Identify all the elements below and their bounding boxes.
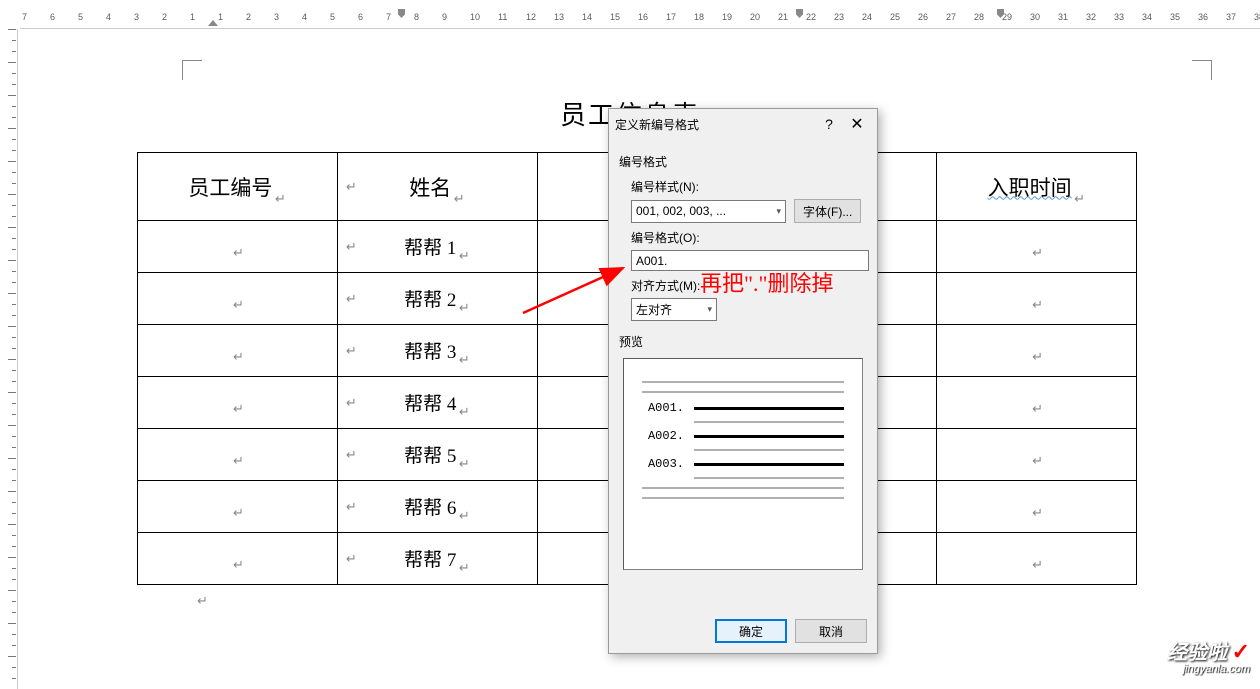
table-cell[interactable]: 帮帮 1 <box>337 221 537 273</box>
table-cell[interactable] <box>937 273 1137 325</box>
dialog-titlebar[interactable]: 定义新编号格式 ? ✕ <box>609 109 877 139</box>
paragraph-mark-icon <box>274 184 286 196</box>
close-button[interactable]: ✕ <box>843 114 871 134</box>
table-cell[interactable]: 帮帮 3 <box>337 325 537 377</box>
define-number-format-dialog: 定义新编号格式 ? ✕ 编号格式 编号样式(N): 001, 002, 003,… <box>608 108 878 654</box>
header-cell[interactable]: 入职时间 <box>937 153 1137 221</box>
number-style-select[interactable]: 001, 002, 003, ... ▾ <box>631 200 786 223</box>
paragraph-mark-icon <box>1032 553 1044 565</box>
table-cell[interactable]: ↵ <box>138 221 338 273</box>
paragraph-mark-icon <box>1032 241 1044 253</box>
paragraph-mark-icon <box>232 397 244 409</box>
margin-corner-tl <box>182 60 202 80</box>
margin-corner-tr <box>1192 60 1212 80</box>
menu-bar <box>0 0 1260 9</box>
preview-item: A001. <box>642 401 844 415</box>
table-cell[interactable]: ↵ <box>138 377 338 429</box>
table-cell[interactable]: 帮帮 6 <box>337 481 537 533</box>
table-cell[interactable]: 帮帮 5 <box>337 429 537 481</box>
table-cell[interactable]: ↵ <box>138 533 338 585</box>
table-cell[interactable] <box>937 429 1137 481</box>
check-icon: ✓ <box>1232 639 1250 664</box>
paragraph-mark-icon <box>1032 397 1044 409</box>
table-cell[interactable]: ↵ <box>138 273 338 325</box>
paragraph-mark-icon <box>232 553 244 565</box>
table-cell[interactable]: 帮帮 2 <box>337 273 537 325</box>
dialog-title: 定义新编号格式 <box>615 116 815 133</box>
help-button[interactable]: ? <box>815 116 843 132</box>
annotation-text: 再把"."删除掉 <box>700 266 833 298</box>
paragraph-mark-icon <box>458 296 470 308</box>
paragraph-mark-icon <box>458 556 470 568</box>
table-cell[interactable] <box>937 221 1137 273</box>
horizontal-ruler[interactable]: 7654321123456789101112131415161718192021… <box>20 9 1260 29</box>
table-cell[interactable] <box>937 533 1137 585</box>
cancel-button[interactable]: 取消 <box>795 619 867 643</box>
table-cell[interactable]: 帮帮 4 <box>337 377 537 429</box>
paragraph-mark-icon <box>458 504 470 516</box>
paragraph-mark-icon <box>453 184 465 196</box>
table-cell[interactable]: 帮帮 7 <box>337 533 537 585</box>
table-cell[interactable] <box>937 377 1137 429</box>
align-select[interactable]: 左对齐 ▾ <box>631 298 717 321</box>
paragraph-mark-icon <box>1032 449 1044 461</box>
header-cell[interactable]: 员工编号↵ <box>138 153 338 221</box>
paragraph-mark-icon <box>458 452 470 464</box>
vertical-ruler[interactable] <box>0 29 18 689</box>
chevron-down-icon: ▾ <box>776 206 781 217</box>
paragraph-mark-icon <box>232 449 244 461</box>
table-cell[interactable]: ↵ <box>138 481 338 533</box>
paragraph-mark-icon <box>458 400 470 412</box>
ok-button[interactable]: 确定 <box>715 619 787 643</box>
paragraph-mark-icon <box>232 241 244 253</box>
preview-box: A001. A002. A003. <box>623 358 863 570</box>
label-number-format: 编号格式(O): <box>631 229 867 246</box>
preview-item: A003. <box>642 457 844 471</box>
paragraph-mark-icon <box>1032 293 1044 305</box>
paragraph-mark-icon <box>232 501 244 513</box>
paragraph-mark-icon <box>1074 184 1086 196</box>
paragraph-mark-icon <box>232 345 244 357</box>
paragraph-mark-icon <box>1032 501 1044 513</box>
paragraph-mark-icon <box>232 293 244 305</box>
chevron-down-icon: ▾ <box>707 304 712 315</box>
header-cell[interactable]: 姓名 <box>337 153 537 221</box>
label-number-style: 编号样式(N): <box>631 178 867 195</box>
paragraph-mark-icon <box>1032 345 1044 357</box>
table-cell[interactable] <box>937 325 1137 377</box>
table-cell[interactable]: ↵ <box>138 429 338 481</box>
section-preview: 预览 <box>619 333 867 350</box>
select-value: 左对齐 <box>636 301 672 318</box>
preview-item: A002. <box>642 429 844 443</box>
table-cell[interactable] <box>937 481 1137 533</box>
paragraph-mark-icon <box>458 244 470 256</box>
table-cell[interactable]: ↵ <box>138 325 338 377</box>
paragraph-mark-icon <box>458 348 470 360</box>
select-value: 001, 002, 003, ... <box>636 204 726 218</box>
watermark: 经验啦 ✓ jingyanla.com <box>1167 636 1250 674</box>
font-button[interactable]: 字体(F)... <box>794 199 861 223</box>
section-number-format: 编号格式 <box>619 153 867 170</box>
